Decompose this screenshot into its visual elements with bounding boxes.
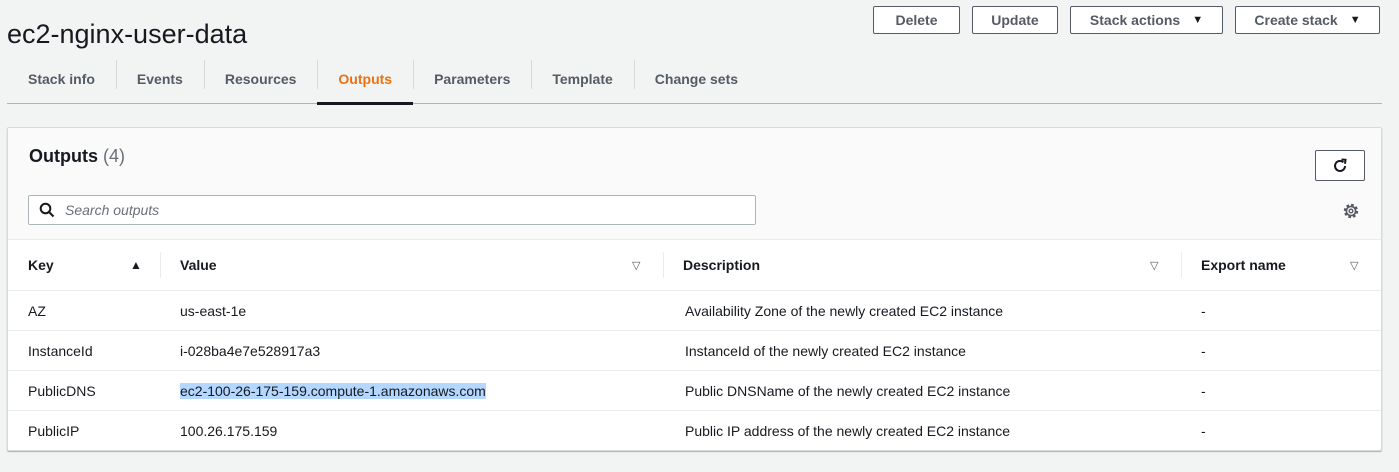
column-header-value[interactable]: Value ▽ — [160, 240, 663, 290]
cell-export-name: - — [1201, 302, 1206, 319]
outputs-count: (4) — [103, 146, 126, 166]
cell-key: PublicIP — [28, 423, 80, 439]
cell-value: us-east-1e — [160, 291, 663, 330]
gear-icon[interactable] — [1342, 202, 1360, 220]
table-row: PublicDNS ec2-100-26-175-159.compute-1.a… — [8, 371, 1381, 411]
cell-export-name: - — [1201, 382, 1206, 399]
cell-description: Public IP address of the newly created E… — [685, 423, 1011, 439]
stack-actions-label: Stack actions — [1089, 12, 1181, 28]
tab-outputs[interactable]: Outputs — [317, 55, 413, 105]
cell-key: AZ — [28, 302, 46, 319]
outputs-panel: Outputs (4) Search outputs Key ▲ Value ▽… — [7, 127, 1382, 451]
tab-events[interactable]: Events — [115, 55, 204, 103]
refresh-icon — [1332, 158, 1348, 174]
cell-key: PublicDNS — [28, 382, 96, 399]
tab-change-sets[interactable]: Change sets — [633, 55, 759, 103]
create-stack-dropdown[interactable]: Create stack ▼ — [1235, 6, 1380, 34]
cell-export-name: - — [1201, 342, 1206, 359]
column-header-label: Export name — [1201, 257, 1286, 273]
stack-actions-dropdown[interactable]: Stack actions ▼ — [1070, 6, 1223, 34]
caret-down-icon: ▼ — [1349, 14, 1361, 26]
column-header-label: Key — [28, 257, 54, 273]
column-header-description[interactable]: Description ▽ — [663, 240, 1181, 290]
outputs-title: Outputs (4) — [29, 146, 125, 167]
stack-actions-toolbar: Delete Update Stack actions ▼ Create sta… — [873, 6, 1380, 34]
cell-value: 100.26.175.159 — [160, 411, 663, 451]
cell-value-text: us-east-1e — [180, 302, 247, 319]
column-header-label: Description — [683, 257, 761, 273]
create-stack-label: Create stack — [1254, 12, 1338, 28]
update-button[interactable]: Update — [972, 6, 1058, 34]
cell-export-name: - — [1201, 423, 1206, 439]
cell-description: Public DNSName of the newly created EC2 … — [685, 382, 1011, 399]
page-title: ec2-nginx-user-data — [7, 19, 248, 50]
tab-parameters[interactable]: Parameters — [413, 55, 531, 103]
column-header-export-name[interactable]: Export name ▽ — [1181, 240, 1381, 290]
cell-value-text: i-028ba4e7e528917a3 — [180, 342, 321, 359]
search-icon — [39, 202, 55, 218]
cell-value: ec2-100-26-175-159.compute-1.amazonaws.c… — [160, 371, 663, 410]
table-header: Key ▲ Value ▽ Description ▽ Export name … — [8, 240, 1381, 291]
outputs-panel-header: Outputs (4) — [8, 128, 1381, 240]
outputs-title-text: Outputs — [29, 146, 98, 166]
delete-button-label: Delete — [895, 12, 938, 28]
tab-stack-info[interactable]: Stack info — [7, 55, 116, 103]
table-row: AZ us-east-1e Availability Zone of the n… — [8, 291, 1381, 331]
table-row: PublicIP 100.26.175.159 Public IP addres… — [8, 411, 1381, 451]
update-button-label: Update — [991, 12, 1039, 28]
outputs-table: Key ▲ Value ▽ Description ▽ Export name … — [8, 240, 1381, 451]
sort-ascending-icon: ▲ — [130, 258, 142, 272]
cell-description: Availability Zone of the newly created E… — [685, 302, 1004, 319]
cell-description: InstanceId of the newly created EC2 inst… — [685, 342, 966, 359]
column-header-label: Value — [180, 257, 217, 273]
caret-down-icon: ▼ — [1192, 14, 1204, 26]
refresh-button[interactable] — [1315, 150, 1365, 181]
cell-value-text-selected[interactable]: ec2-100-26-175-159.compute-1.amazonaws.c… — [180, 382, 486, 399]
search-outputs-box — [28, 195, 756, 225]
search-outputs-input[interactable] — [63, 201, 755, 219]
cell-value: i-028ba4e7e528917a3 — [160, 331, 663, 370]
cell-key: InstanceId — [28, 342, 93, 359]
sort-icon: ▽ — [632, 259, 641, 272]
table-row: InstanceId i-028ba4e7e528917a3 InstanceI… — [8, 331, 1381, 371]
sort-icon: ▽ — [1350, 259, 1359, 272]
stack-tabs: Stack info Events Resources Outputs Para… — [7, 55, 1382, 105]
tab-resources[interactable]: Resources — [203, 55, 318, 103]
tab-template[interactable]: Template — [531, 55, 633, 103]
sort-icon: ▽ — [1150, 259, 1159, 272]
column-header-key[interactable]: Key ▲ — [8, 240, 160, 290]
cell-value-text: 100.26.175.159 — [180, 423, 278, 439]
delete-button[interactable]: Delete — [873, 6, 960, 34]
